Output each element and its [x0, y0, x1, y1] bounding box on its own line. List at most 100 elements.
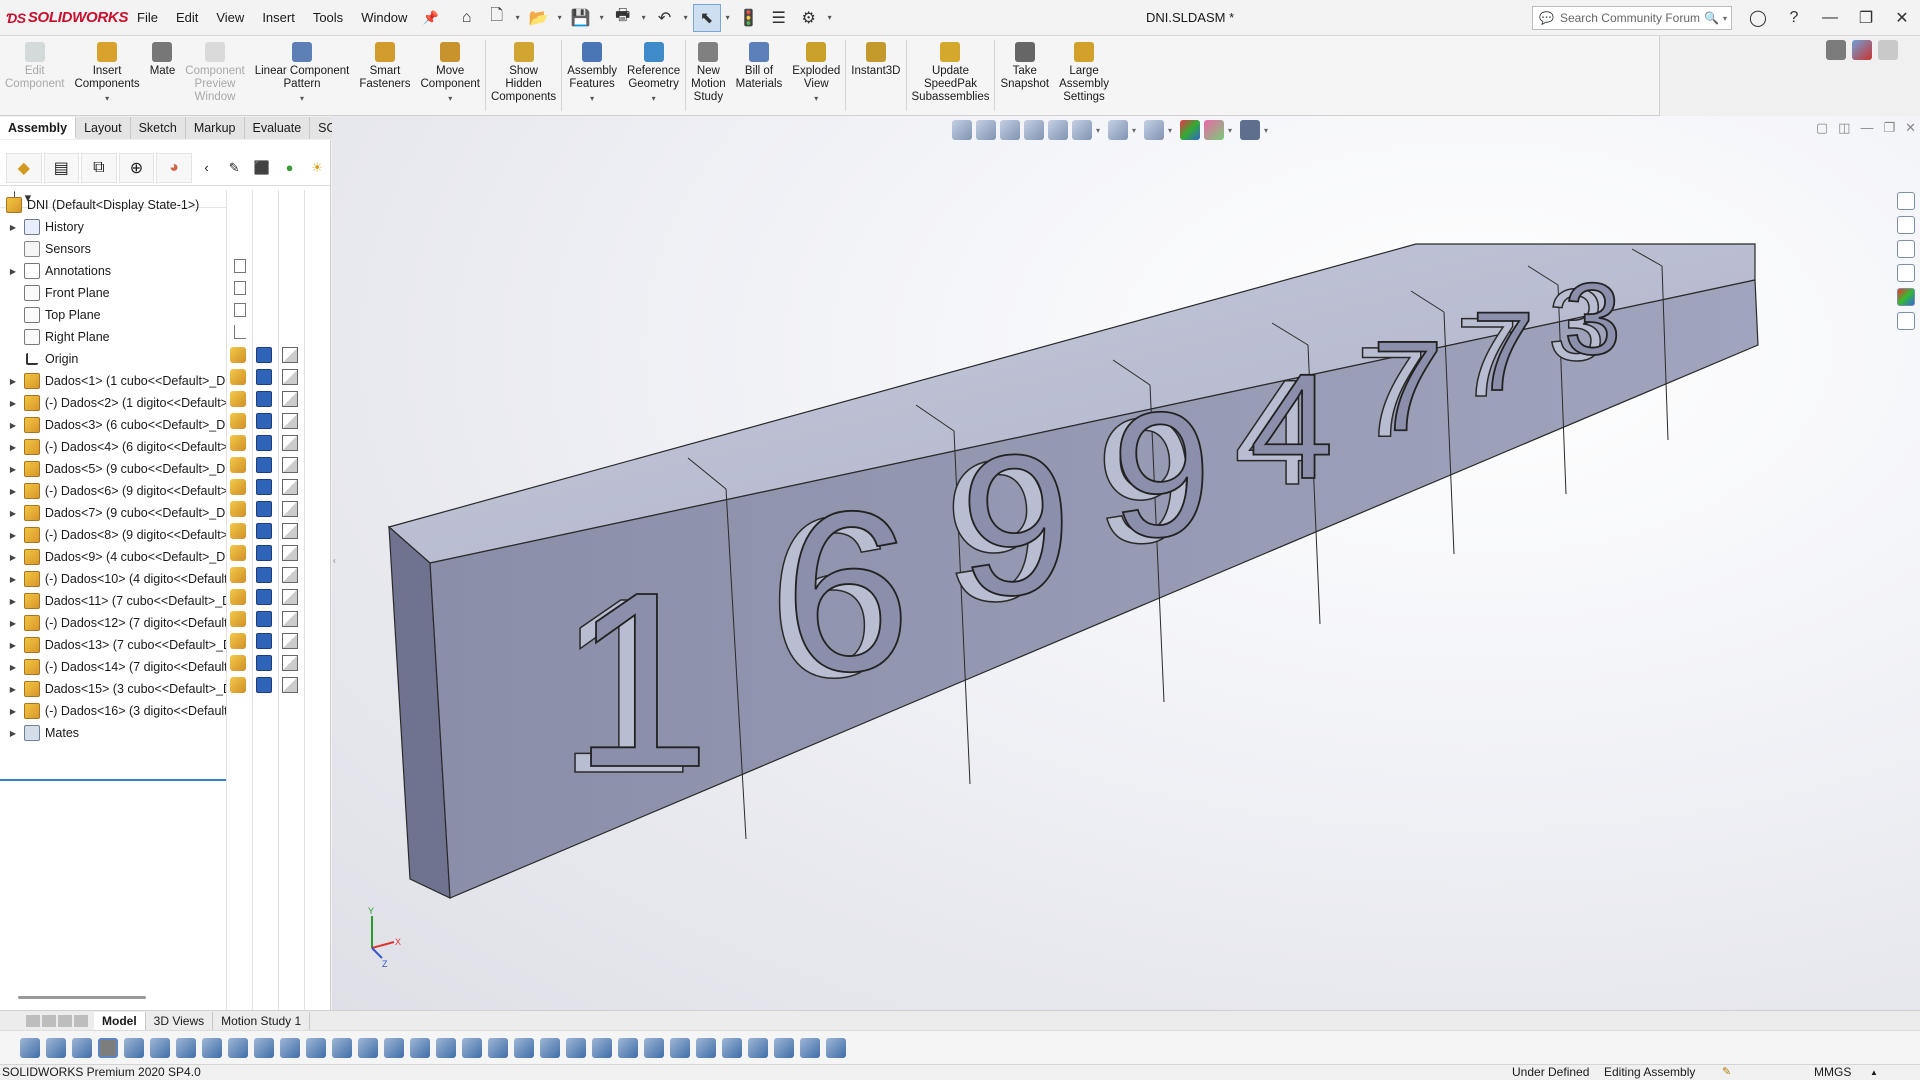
tree-node[interactable]: ▶ Dados<11> (7 cubo<<Default>_D: [0, 590, 226, 612]
digit-7[interactable]: 7: [1471, 288, 1535, 415]
tree-node[interactable]: Right Plane: [0, 326, 226, 348]
custom-properties-icon[interactable]: [1897, 312, 1915, 330]
component-state-icon[interactable]: [230, 523, 246, 539]
filter-datum-targets-icon[interactable]: [540, 1037, 560, 1058]
feature-manager-tab-icon[interactable]: ◆: [6, 152, 42, 183]
view-palette-icon[interactable]: [1897, 264, 1915, 282]
rebuild-traffic-light-icon[interactable]: 🚦: [735, 4, 763, 32]
chevron-down-icon[interactable]: ▾: [597, 13, 607, 22]
component-appearance-icon[interactable]: [282, 457, 298, 473]
tree-node[interactable]: Front Plane: [0, 282, 226, 304]
graphics-area[interactable]: ▾ ▾ ▾ ▾ ▾ ▢ ◫ — ❐ ✕ 1166999944777733 Y X…: [332, 116, 1920, 1010]
large-assembly-settings-button[interactable]: Large Assembly Settings: [1054, 36, 1114, 115]
tree-node[interactable]: Origin: [0, 348, 226, 370]
bottom-tab-3d-views[interactable]: 3D Views: [146, 1011, 214, 1030]
component-appearance-icon[interactable]: [282, 369, 298, 385]
plane-visibility-icon[interactable]: [234, 303, 246, 317]
component-display-icon[interactable]: [256, 457, 272, 473]
print-icon[interactable]: 🖶: [609, 4, 637, 32]
panel-collapse-handle[interactable]: ‹: [333, 556, 336, 565]
chevron-down-icon[interactable]: ▾: [513, 13, 523, 22]
tab-navigation-arrows[interactable]: [0, 1014, 94, 1027]
component-state-icon[interactable]: [230, 655, 246, 671]
tab-sketch[interactable]: Sketch: [130, 117, 186, 139]
chevron-down-icon[interactable]: ▾: [814, 92, 818, 105]
filter-datum-features-icon[interactable]: [644, 1037, 664, 1058]
expand-arrow-icon[interactable]: ▶: [8, 663, 18, 672]
component-appearance-icon[interactable]: [282, 435, 298, 451]
expand-arrow-icon[interactable]: ▶: [8, 619, 18, 628]
expand-arrow-icon[interactable]: ▶: [8, 597, 18, 606]
bottom-tab-motion-study-1[interactable]: Motion Study 1: [213, 1011, 311, 1030]
filter-toggle-icon[interactable]: [20, 1037, 40, 1058]
digit-7[interactable]: 7: [1371, 314, 1444, 459]
menu-insert[interactable]: Insert: [253, 0, 304, 36]
component-appearance-icon[interactable]: [282, 479, 298, 495]
previous-tab-icon[interactable]: [42, 1014, 56, 1027]
tree-node[interactable]: ▶ Dados<15> (3 cubo<<Default>_D: [0, 678, 226, 700]
tree-node[interactable]: ▶ Dados<7> (9 cubo<<Default>_Di: [0, 502, 226, 524]
update-speedpak-subassemblies-button[interactable]: Update SpeedPak Subassemblies: [907, 36, 995, 115]
filter-centerline-icon[interactable]: [384, 1037, 404, 1058]
filter-routing-points-icon[interactable]: [670, 1037, 690, 1058]
tree-node[interactable]: ▶ (-) Dados<16> (3 digito<<Default: [0, 700, 226, 722]
horizontal-scrollbar[interactable]: [18, 996, 146, 999]
filter-center-marks-icon[interactable]: [358, 1037, 378, 1058]
tree-node[interactable]: ▶ (-) Dados<2> (1 digito<<Default>: [0, 392, 226, 414]
expand-arrow-icon[interactable]: ▶: [8, 377, 18, 386]
smart-fasteners-button[interactable]: Smart Fasteners: [354, 36, 415, 115]
chevron-down-icon[interactable]: ▾: [1719, 14, 1731, 23]
component-state-icon[interactable]: [230, 545, 246, 561]
component-display-icon[interactable]: [256, 479, 272, 495]
component-appearance-icon[interactable]: [282, 655, 298, 671]
tree-node[interactable]: ▶ (-) Dados<12> (7 digito<<Default: [0, 612, 226, 634]
component-appearance-icon[interactable]: [282, 501, 298, 517]
tree-node[interactable]: ▶ History: [0, 216, 226, 238]
component-appearance-icon[interactable]: [282, 633, 298, 649]
component-display-icon[interactable]: [256, 567, 272, 583]
component-display-icon[interactable]: [256, 677, 272, 693]
digit-1[interactable]: 1: [571, 539, 712, 820]
new-motion-study-button[interactable]: New Motion Study: [686, 36, 731, 115]
unit-system[interactable]: MMGS: [1814, 1065, 1851, 1080]
filter-cosmetic-threads-icon[interactable]: [566, 1037, 586, 1058]
instant3d-button[interactable]: Instant3D: [846, 36, 905, 115]
component-display-icon[interactable]: [256, 545, 272, 561]
component-state-icon[interactable]: [230, 611, 246, 627]
rollback-bar[interactable]: [0, 779, 226, 781]
filter-view-icon[interactable]: [826, 1037, 846, 1058]
insert-components-button[interactable]: Insert Components ▾: [69, 36, 144, 115]
configuration-manager-tab-icon[interactable]: ⧉: [81, 152, 117, 183]
tab-assembly[interactable]: Assembly: [0, 117, 77, 139]
component-appearance-icon[interactable]: [282, 677, 298, 693]
component-appearance-icon[interactable]: [282, 523, 298, 539]
filter-sketch-points-icon[interactable]: [280, 1037, 300, 1058]
chevron-down-icon[interactable]: ▾: [681, 13, 691, 22]
component-display-icon[interactable]: [256, 391, 272, 407]
tree-node[interactable]: ▶ Annotations: [0, 260, 226, 282]
component-appearance-icon[interactable]: [282, 545, 298, 561]
component-display-icon[interactable]: [256, 369, 272, 385]
pin-icon[interactable]: 📌: [416, 10, 444, 26]
filter-vertices-icon[interactable]: [72, 1037, 92, 1058]
select-arrow-icon[interactable]: ⬉: [692, 3, 721, 32]
appearances-icon[interactable]: [1897, 288, 1915, 306]
menu-file[interactable]: File: [128, 0, 167, 36]
expand-arrow-icon[interactable]: ▶: [8, 465, 18, 474]
solidworks-logo[interactable]: ƊS SOLIDWORKS: [0, 9, 128, 26]
chevron-down-icon[interactable]: ▾: [652, 92, 656, 105]
close-icon[interactable]: ✕: [1884, 0, 1920, 36]
expand-arrow-icon[interactable]: ▶: [8, 399, 18, 408]
filter-connection-points-icon[interactable]: [696, 1037, 716, 1058]
rebuild-lock-icon[interactable]: ✎: [1722, 1065, 1731, 1080]
tree-node[interactable]: ▶ (-) Dados<4> (6 digito<<Default>: [0, 436, 226, 458]
options-gear-icon[interactable]: ⚙: [795, 4, 823, 32]
expand-arrow-icon[interactable]: ▶: [8, 575, 18, 584]
component-display-icon[interactable]: [256, 347, 272, 363]
filter-sketch-segments-icon[interactable]: [306, 1037, 326, 1058]
bill-of-materials-button[interactable]: Bill of Materials: [731, 36, 788, 115]
component-state-icon[interactable]: [230, 457, 246, 473]
component-state-icon[interactable]: [230, 501, 246, 517]
component-state-icon[interactable]: [230, 391, 246, 407]
chevron-down-icon[interactable]: ▾: [639, 13, 649, 22]
